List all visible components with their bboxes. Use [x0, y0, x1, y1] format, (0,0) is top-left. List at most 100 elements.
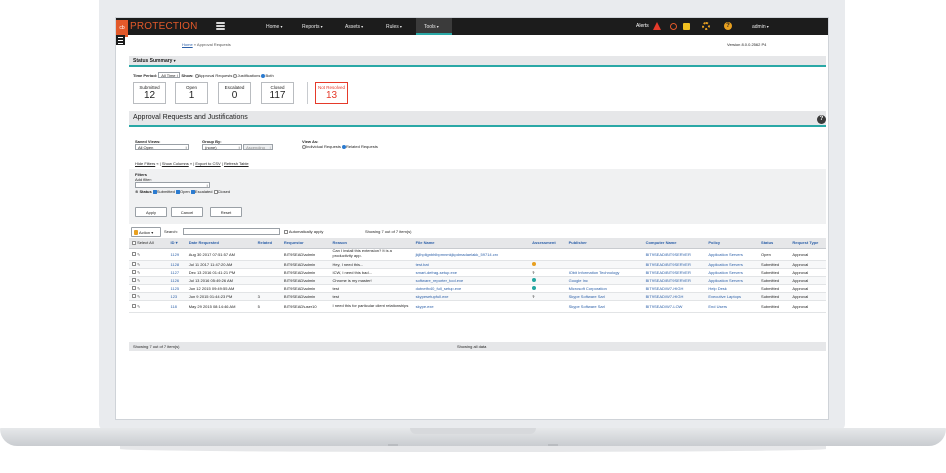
saved-views-select[interactable]: All Open: [135, 144, 189, 150]
search-input[interactable]: [183, 228, 280, 235]
cell-policy[interactable]: Application Servers: [705, 276, 759, 285]
cell-id[interactable]: 1125: [167, 284, 186, 293]
user-menu[interactable]: admin: [752, 18, 769, 36]
row-checkbox[interactable]: [132, 262, 136, 267]
flag-icon[interactable]: [683, 23, 690, 30]
group-order-select[interactable]: Ascending: [243, 144, 274, 150]
col-policy[interactable]: Policy: [705, 238, 759, 249]
cell-policy[interactable]: Application Servers: [705, 248, 759, 261]
cell-file[interactable]: smart-defrag-setup.exe: [412, 268, 530, 277]
cell-policy[interactable]: Application Servers: [705, 260, 759, 269]
table-row[interactable]: ✎ 123 Jun 9 2015 01:44:23 PM 3 BIT9SEAD\…: [129, 292, 826, 301]
cell-id[interactable]: 1129: [167, 248, 186, 261]
cell-id[interactable]: 1128: [167, 260, 186, 269]
remove-filter-icon[interactable]: ⊗: [135, 189, 138, 194]
cell-id[interactable]: 123: [167, 292, 186, 301]
apply-button[interactable]: Apply: [135, 207, 167, 217]
col-publisher[interactable]: Publisher: [565, 238, 643, 249]
cell-publisher[interactable]: [565, 260, 643, 269]
table-row[interactable]: ✎ 1127 Dec 13 2016 01:41:21 PM BIT9SEAD\…: [129, 268, 826, 277]
action-menu-button[interactable]: Action: [131, 227, 161, 237]
table-row[interactable]: ✎ 118 May 29 2015 08:14:46 AM 5 BIT9SEAD…: [129, 300, 826, 313]
col-requestor[interactable]: Requestor: [280, 238, 330, 249]
col-type[interactable]: Request Type: [789, 238, 826, 249]
edit-icon[interactable]: ✎: [137, 252, 140, 257]
row-checkbox[interactable]: [132, 304, 136, 309]
add-filter-select[interactable]: [135, 182, 210, 188]
cell-computer[interactable]: BIT9SEAD\W7-HIGH: [642, 292, 706, 301]
help-icon[interactable]: ?: [724, 22, 732, 30]
cell-publisher[interactable]: Microsoft Corporation: [565, 284, 643, 293]
row-checkbox[interactable]: [132, 270, 136, 275]
cell-file[interactable]: test.bat: [412, 260, 530, 269]
col-computer[interactable]: Computer Name: [642, 238, 706, 249]
show-columns-link[interactable]: Show Columns: [162, 161, 189, 166]
cell-file[interactable]: skypesetupfull.exe: [412, 292, 530, 301]
table-row[interactable]: ✎ 1128 Jul 11 2017 11:47:20 AM BIT9SEAD\…: [129, 260, 826, 269]
cell-publisher[interactable]: Skype Software Sarl: [565, 292, 643, 301]
status-summary-header[interactable]: [129, 56, 826, 65]
alert-triangle-icon[interactable]: [653, 22, 661, 30]
edit-icon[interactable]: ✎: [137, 270, 140, 275]
status-summary-title[interactable]: Status Summary: [133, 58, 176, 64]
cell-file[interactable]: skype.exe: [412, 300, 530, 313]
cell-computer[interactable]: BIT9SEAD\W7-HIGH: [642, 284, 706, 293]
nav-tools[interactable]: Tools: [416, 18, 452, 35]
database-icon[interactable]: [216, 22, 225, 31]
row-checkbox[interactable]: [132, 286, 136, 291]
select-all-header[interactable]: Select All: [129, 238, 168, 249]
tile-open[interactable]: Open 1: [175, 82, 208, 104]
breadcrumb-home[interactable]: Home: [182, 42, 193, 47]
group-by-select[interactable]: (none): [202, 144, 242, 150]
cell-file[interactable]: dotnetfx40_full_setup.exe: [412, 284, 530, 293]
cell-policy[interactable]: End Users: [705, 300, 759, 313]
edit-icon[interactable]: ✎: [137, 286, 140, 291]
reset-button[interactable]: Reset: [210, 207, 242, 217]
col-file[interactable]: File Name: [412, 238, 530, 249]
col-status[interactable]: Status: [758, 238, 790, 249]
cancel-button[interactable]: Cancel: [171, 207, 203, 217]
cell-file[interactable]: jkjlhpllgnbhlbpmnmkjkpdmadaelakk_59714.c…: [412, 248, 530, 261]
edit-icon[interactable]: ✎: [137, 262, 140, 267]
nav-home[interactable]: Home: [266, 18, 282, 35]
hide-filters-link[interactable]: Hide Filters: [135, 161, 155, 166]
cell-file[interactable]: software_reporter_tool.exe: [412, 276, 530, 285]
select-all-checkbox[interactable]: [132, 241, 136, 246]
cell-id[interactable]: 1126: [167, 276, 186, 285]
cell-publisher[interactable]: IObit Information Technology: [565, 268, 643, 277]
export-csv-link[interactable]: Export to CSV: [195, 161, 220, 166]
col-assessment[interactable]: Assessment: [529, 238, 566, 249]
cell-publisher[interactable]: [565, 248, 643, 261]
table-row[interactable]: ✎ 1129 Aug 30 2017 07:51:57 AM BIT9SEAD\…: [129, 248, 826, 261]
tile-escalated[interactable]: Escalated 0: [218, 82, 251, 104]
gear-icon[interactable]: [702, 22, 710, 30]
time-period-select[interactable]: All Time: [158, 72, 181, 78]
auto-apply-checkbox[interactable]: [284, 229, 288, 234]
nav-reports[interactable]: Reports: [302, 18, 323, 35]
cell-computer[interactable]: BIT9SEAD\W7-LOW: [642, 300, 706, 313]
alerts-label[interactable]: Alerts: [636, 18, 649, 35]
help-circle-icon[interactable]: ?: [817, 115, 826, 124]
row-checkbox[interactable]: [132, 278, 136, 283]
edit-icon[interactable]: ✎: [137, 294, 140, 299]
cell-publisher[interactable]: Skype Software Sarl: [565, 300, 643, 313]
cell-policy[interactable]: Executive Laptops: [705, 292, 759, 301]
cell-id[interactable]: 118: [167, 300, 186, 313]
tile-closed[interactable]: Closed 117: [261, 82, 294, 104]
nav-rules[interactable]: Rules: [386, 18, 402, 35]
cell-computer[interactable]: BIT9SEAD\BIT9SERVER: [642, 248, 706, 261]
menu-toggle-icon[interactable]: [116, 35, 125, 45]
col-id[interactable]: ID ▾: [167, 238, 186, 249]
edit-icon[interactable]: ✎: [137, 278, 140, 283]
cell-computer[interactable]: BIT9SEAD\BIT9SERVER: [642, 268, 706, 277]
brand-logo[interactable]: cb PROTECTION: [116, 18, 211, 37]
col-reason[interactable]: Reason: [329, 238, 413, 249]
notification-icon[interactable]: [670, 23, 677, 30]
cell-id[interactable]: 1127: [167, 268, 186, 277]
tile-not-resolved[interactable]: Not Resolved 13: [315, 82, 348, 104]
refresh-table-link[interactable]: Refresh Table: [224, 161, 249, 166]
table-row[interactable]: ✎ 1126 Jul 13 2016 05:49:26 AM BIT9SEAD\…: [129, 276, 826, 285]
nav-assets[interactable]: Assets: [345, 18, 363, 35]
cell-publisher[interactable]: Google Inc: [565, 276, 643, 285]
table-row[interactable]: ✎ 1125 Jun 12 2015 09:49:55 AM BIT9SEAD\…: [129, 284, 826, 293]
